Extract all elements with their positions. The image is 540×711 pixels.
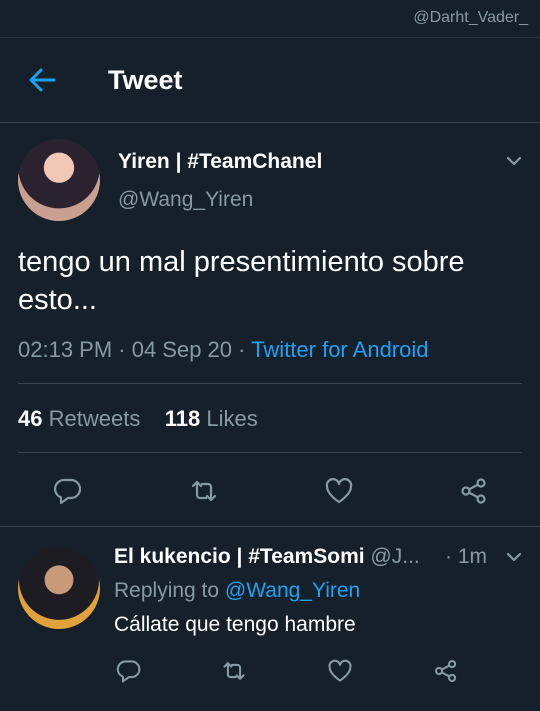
chevron-down-icon[interactable] [505, 548, 523, 566]
watermark: @Darht_Vader_ [413, 9, 528, 26]
divider [18, 452, 522, 453]
reply-author[interactable]: El kukencio | #TeamSomi @J... [114, 545, 420, 569]
header: Tweet [0, 38, 540, 122]
share-icon[interactable] [459, 476, 489, 506]
reply-author-name: El kukencio | #TeamSomi [114, 545, 365, 568]
tweet-time: 02:13 PM · 04 Sep 20 · [18, 337, 246, 362]
reply-author-handle: @J... [370, 545, 420, 568]
likes-label: Likes [206, 406, 258, 431]
page-title: Tweet [108, 65, 183, 95]
replying-to-link[interactable]: @Wang_Yiren [225, 579, 360, 602]
reply-icon[interactable] [53, 476, 83, 506]
tweet-text: tengo un mal presentimiento sobre esto..… [18, 246, 465, 316]
reply-time: · 1m [445, 545, 487, 568]
likes-count: 118 [164, 406, 201, 431]
tweet-source-link[interactable]: Twitter for Android [251, 337, 428, 362]
replying-label: Replying to [114, 579, 220, 602]
reply-text: Cállate que tengo hambre [114, 613, 356, 636]
divider [18, 383, 522, 384]
author-name[interactable]: Yiren | #TeamChanel [118, 150, 322, 174]
share-icon[interactable] [433, 658, 459, 684]
likes-stat[interactable]: 118 Likes [165, 406, 258, 431]
author-handle[interactable]: @Wang_Yiren [118, 188, 253, 212]
divider [0, 122, 540, 123]
tweet-meta: 02:13 PM · 04 Sep 20 · Twitter for Andro… [18, 337, 429, 363]
replying-to: Replying to @Wang_Yiren [114, 579, 360, 603]
retweets-count: 46 [18, 406, 43, 431]
avatar[interactable] [18, 139, 100, 221]
like-icon[interactable] [327, 658, 353, 684]
retweet-icon[interactable] [189, 476, 219, 506]
retweet-icon[interactable] [221, 658, 247, 684]
divider [0, 526, 540, 527]
arrow-left-icon[interactable] [26, 65, 58, 95]
chevron-down-icon[interactable] [505, 152, 523, 170]
reply-icon[interactable] [116, 658, 142, 684]
retweets-stat[interactable]: 46 Retweets [18, 406, 140, 431]
like-icon[interactable] [324, 476, 354, 506]
reply-avatar[interactable] [18, 547, 100, 629]
retweets-label: Retweets [48, 406, 141, 431]
tweet-stats: 46 Retweets 118 Likes [18, 406, 258, 432]
